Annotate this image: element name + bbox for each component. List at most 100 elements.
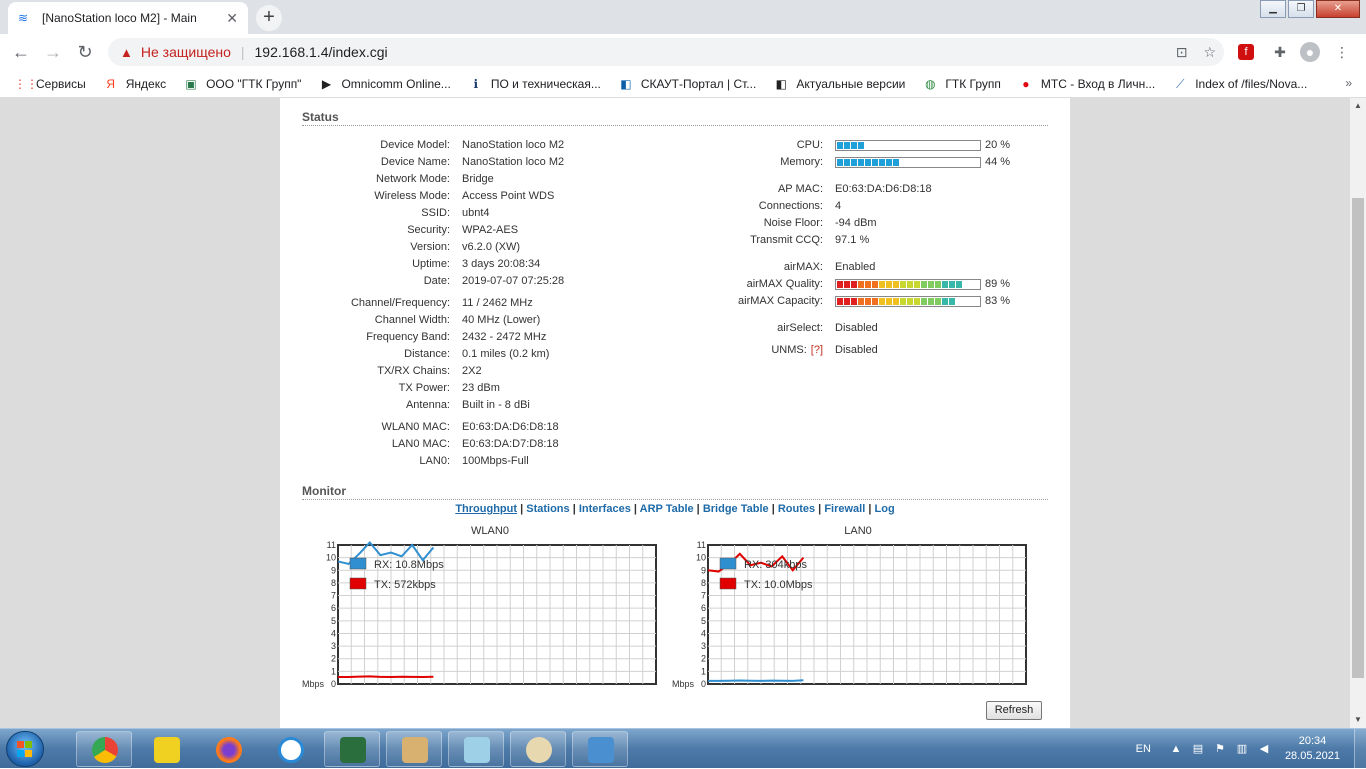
page-scrollbar[interactable]: ▲ ▼ xyxy=(1350,98,1366,728)
insecure-label[interactable]: Не защищено xyxy=(141,44,231,60)
y-tick-label: 0 xyxy=(331,679,336,689)
taskbar-batman-app[interactable] xyxy=(138,731,194,767)
monitor-section-title: Monitor xyxy=(302,484,1048,500)
taskbar-control-panel[interactable] xyxy=(572,731,628,767)
show-desktop-button[interactable] xyxy=(1354,729,1366,769)
status-value: E0:63:DA:D7:D8:18 xyxy=(462,438,559,450)
url-text[interactable]: 192.168.1.4/index.cgi xyxy=(255,44,388,60)
bookmark-item[interactable]: ⋮⋮ Сервисы xyxy=(14,77,86,91)
status-row: TX/RX Chains: 2X2 xyxy=(320,365,481,377)
browser-menu-icon[interactable]: ⋮ xyxy=(1332,42,1352,62)
bookmarks-overflow-icon[interactable]: » xyxy=(1345,76,1352,90)
new-tab-button[interactable]: + xyxy=(256,5,282,31)
refresh-button[interactable]: Refresh xyxy=(986,701,1042,720)
tab-title: [NanoStation loco M2] - Main xyxy=(42,11,197,25)
bookmark-item[interactable]: Я Яндекс xyxy=(104,77,166,91)
restore-button[interactable]: ❐ xyxy=(1288,0,1314,18)
meter-segment xyxy=(935,281,941,288)
close-window-button[interactable]: ✕ xyxy=(1316,0,1360,18)
status-row: SSID: ubnt4 xyxy=(320,207,489,219)
bookmark-item[interactable]: ◧ СКАУТ-Портал | Ст... xyxy=(619,77,756,91)
translate-icon[interactable]: ⊡ xyxy=(1176,44,1188,61)
taskbar-notes-app[interactable] xyxy=(448,731,504,767)
tray-network-icon[interactable]: ▥ xyxy=(1235,742,1249,756)
control-panel-icon xyxy=(588,737,614,763)
monitor-tab-interfaces[interactable]: Interfaces xyxy=(579,503,631,515)
bookmark-star-icon[interactable]: ☆ xyxy=(1203,44,1216,61)
taskbar-explorer-app[interactable] xyxy=(386,731,442,767)
start-button[interactable] xyxy=(6,731,44,767)
monitor-tab-throughput[interactable]: Throughput xyxy=(455,503,517,515)
meter-segment xyxy=(865,159,871,166)
meter-segment xyxy=(844,298,850,305)
bookmark-item[interactable]: ⟋ Index of /files/Nova... xyxy=(1173,77,1307,91)
language-indicator[interactable]: EN xyxy=(1136,743,1151,755)
status-row: Antenna: Built in - 8 dBi xyxy=(320,399,530,411)
tray-flag-icon[interactable]: ⚑ xyxy=(1213,742,1227,756)
status-value: 0.1 miles (0.2 km) xyxy=(462,348,550,360)
clock[interactable]: 20:34 28.05.2021 xyxy=(1285,734,1340,764)
tray-expand-icon[interactable]: ▲ xyxy=(1169,742,1183,756)
status-row: Connections: 4 xyxy=(680,200,841,212)
unms-help-link[interactable]: [?] xyxy=(811,344,823,356)
status-value: Bridge xyxy=(462,173,494,185)
meter-segment xyxy=(837,159,843,166)
monitor-tab-arp-table[interactable]: ARP Table xyxy=(640,503,694,515)
meter-segment xyxy=(914,298,920,305)
y-tick-label: 4 xyxy=(701,628,706,638)
bookmark-item[interactable]: ℹ ПО и техническая... xyxy=(469,77,601,91)
monitor-tab-bridge-table[interactable]: Bridge Table xyxy=(703,503,769,515)
legend-label: RX: 10.8Mbps xyxy=(374,559,444,571)
taskbar-firefox[interactable] xyxy=(200,731,256,767)
bookmark-item[interactable]: ▶ Omnicomm Online... xyxy=(319,77,451,91)
status-row: Distance: 0.1 miles (0.2 km) xyxy=(320,348,549,360)
profile-avatar-icon[interactable]: ● xyxy=(1300,42,1320,62)
gtk-logo-icon: ▣ xyxy=(185,76,197,91)
y-tick-label: 3 xyxy=(331,641,336,651)
gtk-group-icon: ◍ xyxy=(925,76,936,91)
status-key: TX Power: xyxy=(398,382,450,394)
bookmark-label: МТС - Вход в Личн... xyxy=(1040,76,1156,91)
status-key: TX/RX Chains: xyxy=(377,365,450,377)
status-value: NanoStation loco M2 xyxy=(462,139,565,151)
taskbar-internet-explorer[interactable] xyxy=(262,731,318,767)
address-bar[interactable]: ▲ Не защищено | 192.168.1.4/index.cgi ⊡ … xyxy=(108,38,1224,66)
y-tick-label: 1 xyxy=(331,666,336,676)
status-key: SSID: xyxy=(421,207,450,219)
scroll-up-icon[interactable]: ▲ xyxy=(1350,98,1366,114)
taskbar-hp-app[interactable] xyxy=(324,731,380,767)
monitor-tab-log[interactable]: Log xyxy=(875,503,895,515)
status-row: Security: WPA2-AES xyxy=(320,224,518,236)
y-tick-label: 8 xyxy=(701,578,706,588)
bookmark-item[interactable]: ◧ Актуальные версии xyxy=(774,77,906,91)
monitor-tab-firewall[interactable]: Firewall xyxy=(824,503,865,515)
meter-segment xyxy=(893,159,899,166)
bookmark-item[interactable]: ● МТС - Вход в Личн... xyxy=(1019,77,1155,91)
browser-tab[interactable]: ≋ [NanoStation loco M2] - Main ✕ xyxy=(8,2,248,34)
meter-segment xyxy=(907,281,913,288)
scrollbar-thumb[interactable] xyxy=(1352,198,1364,678)
monitor-tab-stations[interactable]: Stations xyxy=(526,503,569,515)
extensions-puzzle-icon[interactable]: ✚ xyxy=(1270,42,1290,62)
minimize-button[interactable]: ▁ xyxy=(1260,0,1286,18)
warning-icon: ▲ xyxy=(120,44,133,60)
bookmark-item[interactable]: ▣ ООО "ГТК Групп" xyxy=(184,77,301,91)
scroll-down-icon[interactable]: ▼ xyxy=(1350,712,1366,728)
monitor-tab-routes[interactable]: Routes xyxy=(778,503,815,515)
status-row: Transmit CCQ: 97.1 % xyxy=(680,234,869,246)
tray-volume-icon[interactable]: ◀ xyxy=(1257,742,1271,756)
bookmark-item[interactable]: ◍ ГТК Групп xyxy=(923,77,1001,91)
tray-device-icon[interactable]: ▤ xyxy=(1191,742,1205,756)
windows-logo-icon xyxy=(17,741,33,757)
taskbar-paint-app[interactable] xyxy=(510,731,566,767)
forward-icon[interactable]: → xyxy=(42,41,64,63)
taskbar-chrome[interactable] xyxy=(76,731,132,767)
back-icon[interactable]: ← xyxy=(10,41,32,63)
meter-segment xyxy=(907,298,913,305)
y-axis-label: Mbps xyxy=(672,679,695,689)
flash-extension-icon[interactable]: f xyxy=(1238,44,1254,60)
meter-segment xyxy=(872,281,878,288)
tab-close-icon[interactable]: ✕ xyxy=(226,10,238,27)
system-tray: EN ▲ ▤ ⚑ ▥ ◀ 20:34 28.05.2021 xyxy=(1136,729,1366,769)
reload-icon[interactable]: ↻ xyxy=(74,41,96,63)
